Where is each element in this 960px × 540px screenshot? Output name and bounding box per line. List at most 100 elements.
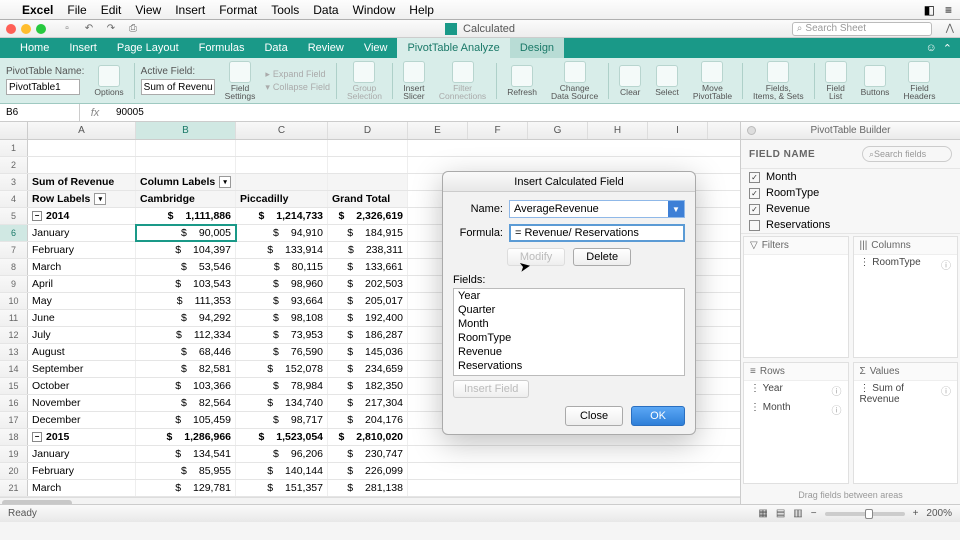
col-header-i[interactable]: I [648, 122, 708, 139]
field-row-month[interactable]: ✓Month [741, 169, 960, 185]
refresh-button[interactable]: Refresh [503, 58, 541, 103]
checkbox-icon[interactable]: ✓ [749, 172, 760, 183]
cell[interactable]: October [28, 378, 136, 394]
cell[interactable]: Cambridge [136, 191, 236, 207]
field-list[interactable]: ✓Month✓RoomType✓RevenueReservations [741, 168, 960, 234]
row-header[interactable]: 1 [0, 140, 28, 156]
field-option[interactable]: Quarter [454, 303, 684, 317]
formula-input[interactable]: = Revenue/ Reservations [509, 224, 685, 242]
chevron-down-icon[interactable]: ▼ [668, 201, 684, 217]
cell[interactable]: 226,099 [328, 463, 408, 479]
checkbox-icon[interactable] [749, 220, 760, 231]
menuextra-icon[interactable]: ◧ [924, 3, 935, 17]
pv-name-input[interactable] [6, 79, 80, 95]
menu-help[interactable]: Help [409, 3, 434, 17]
cell[interactable]: 140,144 [236, 463, 328, 479]
view-normal-icon[interactable]: ▦ [758, 508, 767, 519]
cell[interactable]: 111,353 [136, 293, 236, 309]
cell[interactable]: 85,955 [136, 463, 236, 479]
cell[interactable]: 78,984 [236, 378, 328, 394]
cell[interactable]: 96,206 [236, 446, 328, 462]
cell[interactable]: 112,334 [136, 327, 236, 343]
cell[interactable]: 133,661 [328, 259, 408, 275]
cell[interactable]: 202,503 [328, 276, 408, 292]
close-window-icon[interactable] [6, 24, 16, 34]
cell[interactable]: 98,960 [236, 276, 328, 292]
cell[interactable]: 1,111,886 [136, 208, 236, 224]
cell[interactable]: May [28, 293, 136, 309]
cell[interactable]: 217,304 [328, 395, 408, 411]
values-area[interactable]: ΣValues ⋮ Sum of Revenueⓘ [853, 362, 959, 484]
rows-item-month[interactable]: ⋮ Monthⓘ [744, 400, 848, 419]
cell[interactable]: April [28, 276, 136, 292]
cell[interactable]: 182,350 [328, 378, 408, 394]
cell[interactable] [28, 157, 136, 173]
row-header[interactable]: 9 [0, 276, 28, 292]
cell[interactable]: November [28, 395, 136, 411]
field-option[interactable]: Reservations [454, 359, 684, 373]
rows-area[interactable]: ≡Rows ⋮ Yearⓘ ⋮ Monthⓘ [743, 362, 849, 484]
cell[interactable]: 93,664 [236, 293, 328, 309]
cell[interactable]: 90,005 [136, 225, 236, 241]
columns-area[interactable]: |||Columns ⋮ RoomTypeⓘ [853, 236, 959, 358]
tab-design[interactable]: Design [510, 38, 564, 58]
tab-pivottable-analyze[interactable]: PivotTable Analyze [397, 38, 509, 58]
cell[interactable]: Sum of Revenue [28, 174, 136, 190]
menuextra-list-icon[interactable]: ≡ [945, 3, 952, 17]
close-button[interactable]: Close [565, 406, 623, 426]
expand-field-button[interactable]: ▸Expand Field [265, 69, 330, 80]
cell[interactable]: 2,326,619 [328, 208, 408, 224]
tab-insert[interactable]: Insert [59, 38, 107, 58]
cell[interactable]: 205,017 [328, 293, 408, 309]
insert-field-button[interactable]: Insert Field [453, 380, 529, 398]
row-header[interactable]: 7 [0, 242, 28, 258]
cell[interactable]: 76,590 [236, 344, 328, 360]
cell[interactable]: 103,543 [136, 276, 236, 292]
cell[interactable]: Row Labels ▾ [28, 191, 136, 207]
col-header-g[interactable]: G [528, 122, 588, 139]
row-header[interactable]: 6 [0, 225, 28, 241]
row-header[interactable]: 15 [0, 378, 28, 394]
field-option[interactable]: Revenue [454, 345, 684, 359]
collapse-field-button[interactable]: ▾Collapse Field [265, 82, 330, 93]
print-icon[interactable]: ⎙ [126, 22, 140, 36]
field-option[interactable]: RoomType [454, 331, 684, 345]
cell[interactable] [328, 157, 408, 173]
cell[interactable]: 1,523,054 [236, 429, 328, 445]
select-button[interactable]: Select [651, 58, 683, 103]
undo-icon[interactable]: ↶ [82, 22, 96, 36]
field-option[interactable]: Month [454, 317, 684, 331]
row-header[interactable]: 12 [0, 327, 28, 343]
col-header-f[interactable]: F [468, 122, 528, 139]
cell[interactable]: 68,446 [136, 344, 236, 360]
rows-item-year[interactable]: ⋮ Yearⓘ [744, 381, 848, 400]
row-header[interactable]: 16 [0, 395, 28, 411]
info-icon[interactable]: ⓘ [832, 383, 842, 398]
field-row-roomtype[interactable]: ✓RoomType [741, 185, 960, 201]
search-fields-input[interactable]: ⌕ Search fields [862, 146, 952, 162]
tab-view[interactable]: View [354, 38, 398, 58]
formula-input[interactable]: 90005 [110, 107, 960, 118]
fx-icon[interactable]: fx [80, 107, 110, 119]
insert-slicer-button[interactable]: Insert Slicer [399, 58, 429, 103]
name-combo[interactable]: AverageRevenue▼ [509, 200, 685, 218]
row-header[interactable]: 21 [0, 480, 28, 496]
save-icon[interactable]: ▫ [60, 22, 74, 36]
tab-page-layout[interactable]: Page Layout [107, 38, 189, 58]
collapse-ribbon-icon[interactable]: ⌃ [943, 42, 952, 55]
menu-window[interactable]: Window [353, 3, 396, 17]
cell[interactable]: 1,214,733 [236, 208, 328, 224]
cell[interactable]: June [28, 310, 136, 326]
cell[interactable] [136, 140, 236, 156]
search-sheet-input[interactable]: ⌕ Search Sheet [792, 22, 932, 36]
cell[interactable]: 281,138 [328, 480, 408, 496]
cell[interactable]: January [28, 446, 136, 462]
field-option[interactable]: Year [454, 289, 684, 303]
cell[interactable] [328, 140, 408, 156]
tab-data[interactable]: Data [254, 38, 297, 58]
ok-button[interactable]: OK [631, 406, 685, 426]
checkbox-icon[interactable]: ✓ [749, 204, 760, 215]
col-header-a[interactable]: A [28, 122, 136, 139]
cell[interactable]: Column Labels ▾ [136, 174, 236, 190]
cell[interactable]: 98,108 [236, 310, 328, 326]
